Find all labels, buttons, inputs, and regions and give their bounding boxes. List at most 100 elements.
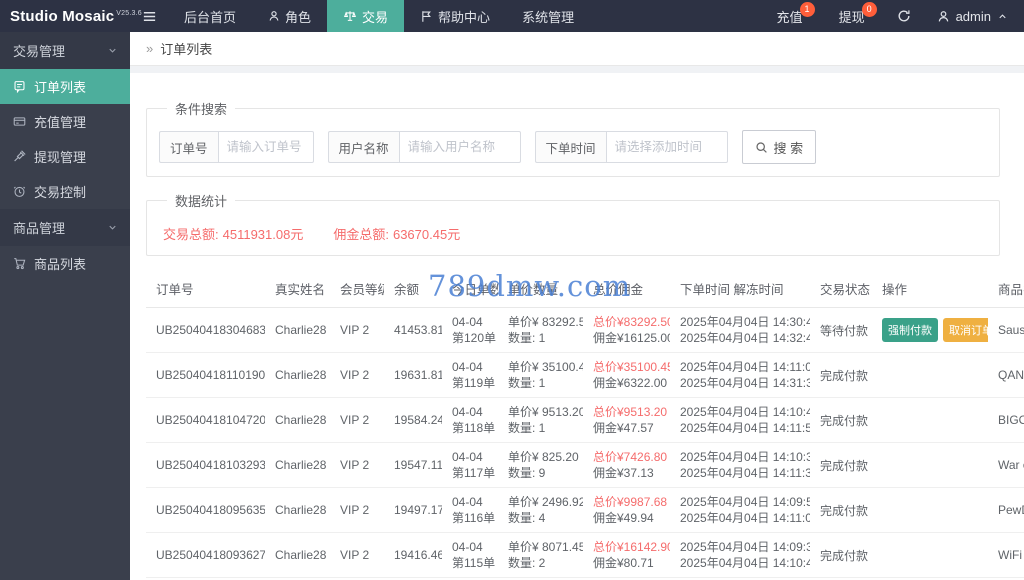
sidebar-item-trade-control[interactable]: 交易控制 xyxy=(0,174,130,209)
sidebar-item-product-list[interactable]: 商品列表 xyxy=(0,246,130,281)
cell-order-no: UB2504041811019091 xyxy=(146,352,265,398)
cell-status: 完成付款 xyxy=(810,487,872,533)
cell-order-no: UB2504041830468301 xyxy=(146,307,265,353)
cell-today-orders: 04-04 第120单 xyxy=(442,307,498,353)
search-button[interactable]: 搜 索 xyxy=(741,130,817,164)
cell-unit-price-qty: 单价¥ 83292.50数量: 1 xyxy=(498,307,583,353)
nav-help[interactable]: 帮助中心 xyxy=(404,0,506,32)
nav-role[interactable]: 角色 xyxy=(252,0,327,32)
column-header: 会员等级 xyxy=(330,270,384,308)
table-header-row: 订单号真实姓名会员等级余额今日单数单价数量总价佣金下单时间 解冻时间交易状态操作… xyxy=(146,270,1024,308)
search-fields: 订单号 用户名称 下单时间 搜 索 xyxy=(159,126,987,164)
cell-total-commission: 总价¥16142.90 佣金¥80.71 xyxy=(583,532,670,578)
breadcrumb-current: 订单列表 xyxy=(160,42,213,57)
column-header: 操作 xyxy=(872,270,988,308)
withdraw-link[interactable]: 提现 0 xyxy=(821,0,883,32)
cell-real-name: Charlie28 xyxy=(265,487,330,533)
cell-total-commission: 总价¥9513.20 佣金¥47.57 xyxy=(583,397,670,443)
column-header: 余额 xyxy=(384,270,442,308)
search-field-username-label: 用户名称 xyxy=(327,131,399,163)
stats-row: 交易总额: 4511931.08元 佣金总额: 63670.45元 xyxy=(159,218,987,243)
topbar: Studio Mosaic V25.3.6 后台首页 角色 交易 帮助中心 系统管理 充… xyxy=(0,0,1024,32)
cell-vip-level: VIP 2 xyxy=(330,532,384,578)
column-header: 下单时间 解冻时间 xyxy=(670,270,810,308)
orders-table: 订单号真实姓名会员等级余额今日单数单价数量总价佣金下单时间 解冻时间交易状态操作… xyxy=(146,270,1024,580)
app-logo: Studio Mosaic V25.3.6 xyxy=(0,0,142,32)
cell-times: 2025年04月04日 14:09:56 2025年04月04日 14:11:05 xyxy=(670,487,810,533)
cell-balance: 19631.81 xyxy=(384,352,442,398)
sidebar-group-trade-mgmt[interactable]: 交易管理 xyxy=(0,32,130,69)
order-no-input[interactable] xyxy=(217,131,314,163)
cell-status: 完成付款 xyxy=(810,352,872,398)
cell-total-commission: 总价¥9987.68 佣金¥49.94 xyxy=(583,487,670,533)
cell-order-no: UB2504041810472085 xyxy=(146,397,265,443)
sidebar-group-trade-mgmt-label: 交易管理 xyxy=(13,44,66,59)
sidebar-item-order-list[interactable]: 订单列表 xyxy=(0,69,130,104)
admin-app: Studio Mosaic V25.3.6 后台首页 角色 交易 帮助中心 系统管理 充… xyxy=(0,0,1024,580)
cell-status: 完成付款 xyxy=(810,397,872,443)
cell-today-orders: 04-04 第118单 xyxy=(442,397,498,443)
withdraw-badge: 0 xyxy=(861,2,877,17)
order-time-input[interactable] xyxy=(605,131,728,163)
cell-actions xyxy=(872,352,988,398)
cell-balance: 41453.81 xyxy=(384,307,442,353)
menu-toggle-icon[interactable] xyxy=(130,0,168,32)
search-icon xyxy=(755,141,768,154)
stats-panel: 数据统计 交易总额: 4511931.08元 佣金总额: 63670.45元 xyxy=(146,191,1000,256)
search-field-order-no: 订单号 xyxy=(159,131,314,163)
content-card: 条件搜索 订单号 用户名称 下单时间 搜 索 数据统计 交易总额:4511931.08… xyxy=(130,73,1024,580)
nav-home[interactable]: 后台首页 xyxy=(168,0,252,32)
cell-today-orders: 04-04 第117单 xyxy=(442,442,498,488)
nav-system-label: 系统管理 xyxy=(522,9,575,25)
search-panel: 条件搜索 订单号 用户名称 下单时间 搜 索 xyxy=(146,99,1000,177)
stats-panel-legend: 数据统计 xyxy=(175,194,228,209)
table-row: UB2504041810329370Charlie28VIP 219547.11… xyxy=(146,442,1024,488)
refresh-icon[interactable] xyxy=(883,0,925,32)
cell-vip-level: VIP 2 xyxy=(330,397,384,443)
chevron-down-icon xyxy=(107,45,118,56)
product-list-icon xyxy=(13,257,26,270)
cancel-payment-button[interactable]: 取消订单 xyxy=(943,318,988,342)
topbar-right: 充值 1 提现 0 admin xyxy=(759,0,1024,32)
cell-unit-price-qty: 单价¥ 2496.92 数量: 4 xyxy=(498,487,583,533)
person-icon xyxy=(937,10,950,23)
cell-real-name: Charlie28 xyxy=(265,442,330,488)
cell-status: 完成付款 xyxy=(810,532,872,578)
sidebar-item-recharge-mgmt[interactable]: 充值管理 xyxy=(0,104,130,139)
cell-total-commission: 总价¥35100.45 佣金¥6322.00 xyxy=(583,352,670,398)
stat-item-1: 佣金总额: 63670.45元 xyxy=(333,227,461,242)
withdraw-icon xyxy=(13,150,26,163)
cell-times: 2025年04月04日 14:09:36 2025年04月04日 14:10:42 xyxy=(670,532,810,578)
sidebar-item-product-list-label: 商品列表 xyxy=(34,257,87,272)
cell-actions xyxy=(872,532,988,578)
breadcrumb-arrow: » xyxy=(146,41,154,56)
sidebar-item-withdraw-mgmt[interactable]: 提现管理 xyxy=(0,139,130,174)
cell-times: 2025年04月04日 14:10:47 2025年04月04日 14:11:51 xyxy=(670,397,810,443)
cell-real-name: Charlie28 xyxy=(265,532,330,578)
sidebar-group-product-mgmt[interactable]: 商品管理 xyxy=(0,209,130,246)
cell-vip-level: VIP 2 xyxy=(330,442,384,488)
sidebar-group-product-mgmt-label: 商品管理 xyxy=(13,221,66,236)
table-row: UB2504041830468301Charlie28VIP 241453.81… xyxy=(146,307,1024,353)
search-field-username: 用户名称 xyxy=(327,131,521,163)
top-nav: 后台首页 角色 交易 帮助中心 系统管理 xyxy=(168,0,590,32)
username-input[interactable] xyxy=(398,131,521,163)
force-payment-button[interactable]: 强制付款 xyxy=(882,318,938,342)
sidebar: 交易管理订单列表 充值管理 提现管理 交易控制商品管理商品列表 xyxy=(0,32,130,580)
username: admin xyxy=(955,8,991,24)
column-header: 商品名称 xyxy=(988,270,1024,308)
recharge-link[interactable]: 充值 1 xyxy=(759,0,821,32)
search-panel-legend: 条件搜索 xyxy=(175,102,228,117)
orders-table-wrap: 订单号真实姓名会员等级余额今日单数单价数量总价佣金下单时间 解冻时间交易状态操作… xyxy=(146,270,1024,580)
nav-trade[interactable]: 交易 xyxy=(327,0,405,32)
nav-system[interactable]: 系统管理 xyxy=(506,0,590,32)
cell-product: BIGO xyxy=(988,397,1024,443)
cell-real-name: Charlie28 xyxy=(265,397,330,443)
cell-balance: 19547.11 xyxy=(384,442,442,488)
cell-order-no: UB2504041810329370 xyxy=(146,442,265,488)
cell-unit-price-qty: 单价¥ 9513.20 数量: 1 xyxy=(498,397,583,443)
cell-order-no: UB2504041809362777 xyxy=(146,532,265,578)
user-menu[interactable]: admin xyxy=(925,0,1024,32)
column-header: 交易状态 xyxy=(810,270,872,308)
cell-real-name: Charlie28 xyxy=(265,352,330,398)
